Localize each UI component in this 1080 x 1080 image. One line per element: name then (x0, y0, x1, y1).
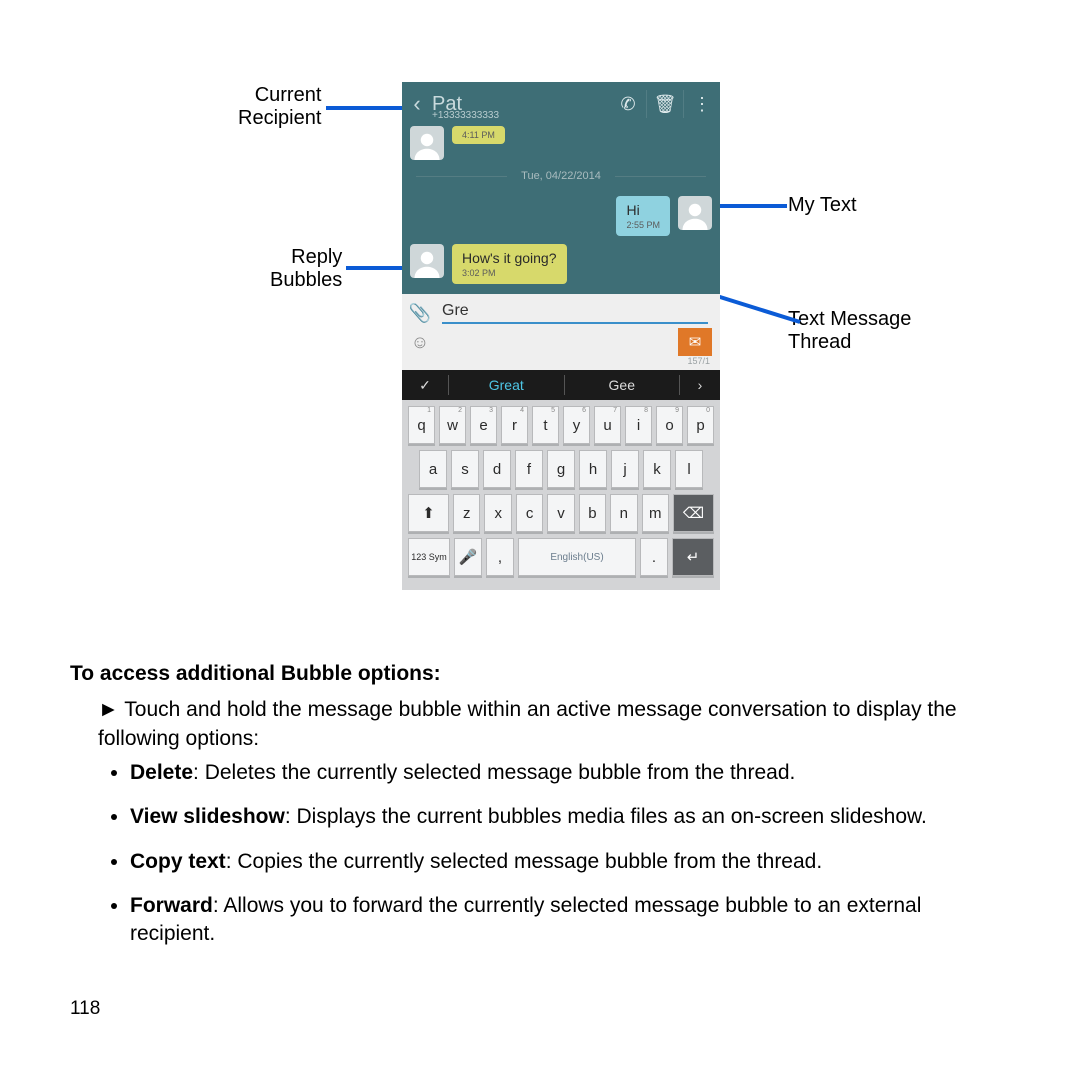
attach-icon[interactable]: 📎 (406, 299, 434, 327)
key-m[interactable]: m (642, 494, 669, 532)
reply-bubble[interactable]: How's it going? 3:02 PM (452, 244, 567, 284)
suggestion-1[interactable]: Great (449, 377, 564, 393)
reply-message-row: How's it going? 3:02 PM (402, 240, 720, 288)
key-h[interactable]: h (579, 450, 607, 488)
label-reply-bubbles: ReplyBubbles (270, 246, 342, 292)
key-u[interactable]: u7 (594, 406, 621, 444)
key-g[interactable]: g (547, 450, 575, 488)
mic-key[interactable]: 🎤 (454, 538, 482, 576)
period-key[interactable]: . (640, 538, 668, 576)
date-separator: Tue, 04/22/2014 (402, 160, 720, 192)
key-q[interactable]: q1 (408, 406, 435, 444)
key-r[interactable]: r4 (501, 406, 528, 444)
key-t[interactable]: t5 (532, 406, 559, 444)
backspace-key[interactable]: ⌫ (673, 494, 714, 532)
key-x[interactable]: x (484, 494, 511, 532)
comma-key[interactable]: , (486, 538, 514, 576)
list-item: Copy text: Copies the currently selected… (130, 848, 1010, 876)
sym-key[interactable]: 123 Sym (408, 538, 450, 576)
my-message-row: Hi 2:55 PM (402, 192, 720, 240)
call-icon[interactable]: ✆ (610, 90, 646, 118)
key-d[interactable]: d (483, 450, 511, 488)
suggestion-2[interactable]: Gee (565, 377, 680, 393)
key-z[interactable]: z (453, 494, 480, 532)
emoji-icon[interactable]: ☺ (406, 328, 434, 356)
avatar (410, 244, 444, 278)
label-thread: Text MessageThread (788, 308, 911, 354)
space-key[interactable]: English(US) (518, 538, 636, 576)
message-input[interactable]: Gre (442, 302, 708, 324)
key-j[interactable]: j (611, 450, 639, 488)
key-f[interactable]: f (515, 450, 543, 488)
shift-key[interactable]: ⬆ (408, 494, 449, 532)
label-my-text: My Text (788, 194, 857, 217)
timestamp: 3:02 PM (462, 268, 557, 278)
timestamp: 4:11 PM (462, 130, 495, 140)
body-text: To access additional Bubble options: ► T… (70, 660, 1010, 949)
key-k[interactable]: k (643, 450, 671, 488)
menu-icon[interactable]: ⋮ (683, 90, 720, 118)
char-count: 157/1 (406, 356, 716, 366)
key-e[interactable]: e3 (470, 406, 497, 444)
key-w[interactable]: w2 (439, 406, 466, 444)
my-bubble[interactable]: Hi 2:55 PM (616, 196, 670, 236)
accept-icon[interactable]: ✓ (402, 377, 448, 394)
previous-bubble: 4:11 PM (410, 126, 513, 160)
list-item: Delete: Deletes the currently selected m… (130, 759, 1010, 787)
suggestion-bar: ✓ Great Gee › (402, 370, 720, 400)
avatar (678, 196, 712, 230)
message-thread: 4:11 PM Tue, 04/22/2014 Hi 2:55 PM How's… (402, 126, 720, 294)
timestamp: 2:55 PM (626, 220, 660, 230)
key-i[interactable]: i8 (625, 406, 652, 444)
enter-key[interactable]: ↵ (672, 538, 714, 576)
phone-screenshot: ‹ Pat +13333333333 ✆ 🗑 ⋮ 4:11 PM Tue, 04… (402, 82, 720, 590)
page-number: 118 (70, 998, 100, 1020)
list-item: Forward: Allows you to forward the curre… (130, 892, 1010, 949)
key-y[interactable]: y6 (563, 406, 590, 444)
key-l[interactable]: l (675, 450, 703, 488)
key-v[interactable]: v (547, 494, 574, 532)
conversation-header: ‹ Pat +13333333333 ✆ 🗑 ⋮ (402, 82, 720, 126)
list-item: View slideshow: Displays the current bub… (130, 803, 1010, 831)
key-c[interactable]: c (516, 494, 543, 532)
recipient-number: +13333333333 (432, 110, 499, 121)
back-icon[interactable]: ‹ (406, 91, 428, 117)
keyboard: q1w2e3r4t5y6u7i8o9p0 asdfghjkl ⬆ zxcvbnm… (402, 400, 720, 590)
delete-icon[interactable]: 🗑 (646, 90, 683, 118)
key-a[interactable]: a (419, 450, 447, 488)
key-p[interactable]: p0 (687, 406, 714, 444)
section-heading: To access additional Bubble options: (70, 660, 1010, 688)
compose-area: 📎 Gre ☺ ✉ 157/1 (402, 294, 720, 370)
more-suggestions-icon[interactable]: › (680, 377, 720, 393)
key-n[interactable]: n (610, 494, 637, 532)
key-s[interactable]: s (451, 450, 479, 488)
key-b[interactable]: b (579, 494, 606, 532)
avatar (410, 126, 444, 160)
key-o[interactable]: o9 (656, 406, 683, 444)
send-button[interactable]: ✉ (678, 328, 712, 356)
label-current-recipient: CurrentRecipient (238, 84, 321, 130)
